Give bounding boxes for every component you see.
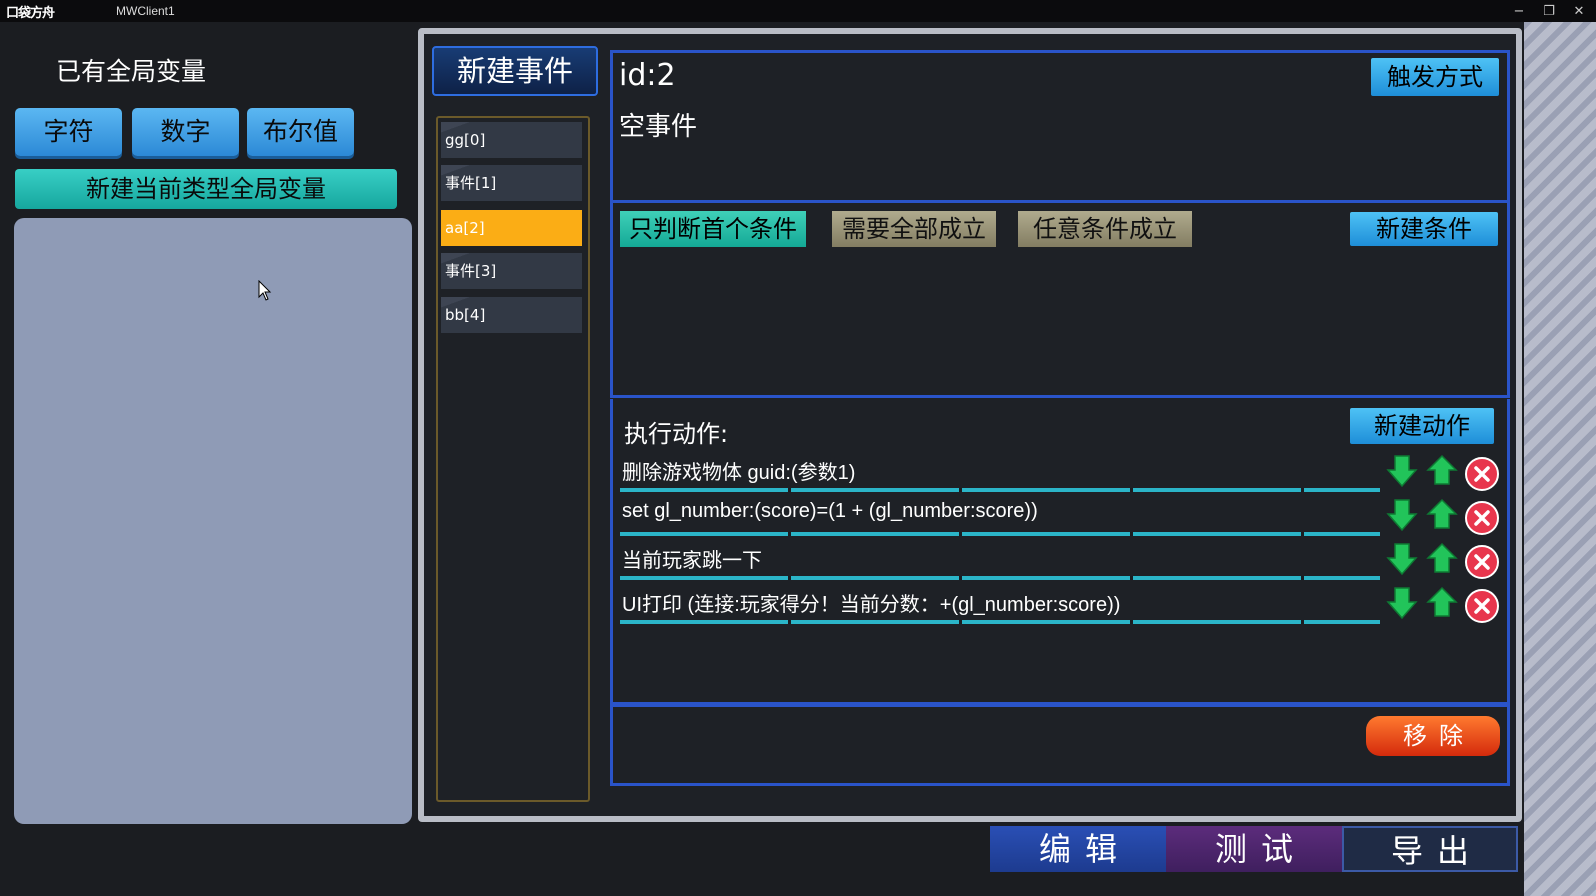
condition-mode-any[interactable]: 任意条件成立 [1018, 211, 1192, 247]
global-variables-title: 已有全局变量 [56, 57, 207, 86]
move-down-icon[interactable] [1386, 498, 1418, 532]
move-up-icon[interactable] [1426, 454, 1458, 488]
delete-icon[interactable] [1464, 500, 1500, 536]
delete-icon[interactable] [1464, 456, 1500, 492]
action-row[interactable]: 当前玩家跳一下 [620, 542, 1500, 582]
action-text: UI打印 (连接:玩家得分！当前分数：+(gl_number:score)) [622, 594, 1121, 616]
delete-icon[interactable] [1464, 544, 1500, 580]
new-event-button[interactable]: 新建事件 [432, 46, 598, 96]
new-action-button[interactable]: 新建动作 [1350, 408, 1494, 444]
window-title: MWClient1 [116, 4, 175, 18]
type-string-button[interactable]: 字符 [15, 108, 122, 156]
event-item-3[interactable]: 事件[3] [441, 253, 582, 289]
new-condition-button[interactable]: 新建条件 [1350, 212, 1498, 246]
mouse-cursor-icon [258, 280, 272, 301]
event-item-1[interactable]: 事件[1] [441, 165, 582, 201]
action-row[interactable]: 删除游戏物体 guid:(参数1) [620, 454, 1500, 494]
window-controls: − ❐ ✕ [1512, 0, 1586, 22]
event-item-bb[interactable]: bb[4] [441, 297, 582, 333]
event-name: 空事件 [619, 112, 698, 142]
action-underline [620, 620, 1380, 624]
main-area: 已有全局变量 字符 数字 布尔值 新建当前类型全局变量 新建事件 gg[0] 事… [0, 22, 1524, 896]
move-down-icon[interactable] [1386, 454, 1418, 488]
event-item-gg[interactable]: gg[0] [441, 122, 582, 158]
restore-icon[interactable]: ❐ [1542, 4, 1556, 19]
close-icon[interactable]: ✕ [1572, 4, 1586, 19]
action-text: 当前玩家跳一下 [622, 550, 762, 572]
move-up-icon[interactable] [1426, 586, 1458, 620]
type-number-button[interactable]: 数字 [132, 108, 239, 156]
action-underline [620, 576, 1380, 580]
new-global-variable-button[interactable]: 新建当前类型全局变量 [15, 169, 397, 209]
move-down-icon[interactable] [1386, 586, 1418, 620]
action-text: set gl_number:(score)=(1 + (gl_number:sc… [622, 500, 1038, 522]
global-variable-list[interactable] [14, 218, 412, 824]
event-list: gg[0] 事件[1] aa[2] 事件[3] bb[4] [436, 116, 590, 802]
trigger-mode-button[interactable]: 触发方式 [1371, 58, 1499, 96]
move-up-icon[interactable] [1426, 498, 1458, 532]
move-up-icon[interactable] [1426, 542, 1458, 576]
actions-title: 执行动作: [624, 420, 729, 448]
minimize-icon[interactable]: − [1512, 4, 1526, 19]
test-tab[interactable]: 测试 [1166, 826, 1342, 872]
remove-event-button[interactable]: 移除 [1366, 716, 1500, 756]
move-down-icon[interactable] [1386, 542, 1418, 576]
action-underline [620, 488, 1380, 492]
condition-mode-first[interactable]: 只判断首个条件 [620, 211, 806, 247]
bottom-navigation: 编辑 测试 导出 [990, 826, 1518, 872]
background-pattern [1524, 22, 1596, 896]
event-id: id:2 [619, 58, 676, 93]
action-row[interactable]: set gl_number:(score)=(1 + (gl_number:sc… [620, 498, 1500, 538]
edit-tab[interactable]: 编辑 [990, 826, 1166, 872]
action-text: 删除游戏物体 guid:(参数1) [622, 462, 856, 484]
action-underline [620, 532, 1380, 536]
title-bar: 口袋方舟 MWClient1 − ❐ ✕ [0, 0, 1596, 22]
event-item-aa[interactable]: aa[2] [441, 210, 582, 246]
global-variables-panel: 已有全局变量 字符 数字 布尔值 新建当前类型全局变量 [0, 22, 418, 896]
type-boolean-button[interactable]: 布尔值 [247, 108, 354, 156]
delete-icon[interactable] [1464, 588, 1500, 624]
condition-mode-all[interactable]: 需要全部成立 [832, 211, 996, 247]
export-tab[interactable]: 导出 [1342, 826, 1518, 872]
action-row[interactable]: UI打印 (连接:玩家得分！当前分数：+(gl_number:score)) [620, 586, 1500, 626]
app-logo: 口袋方舟 [6, 5, 55, 21]
